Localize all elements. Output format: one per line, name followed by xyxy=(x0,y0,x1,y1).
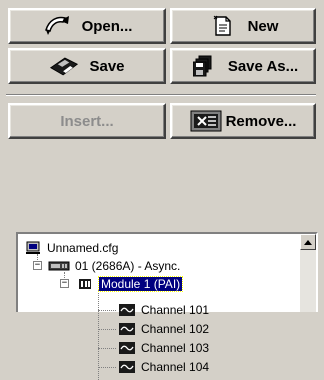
insert-label: Insert... xyxy=(60,112,114,130)
tree-node-channel[interactable]: Channel 102 xyxy=(118,321,209,337)
remove-module-icon xyxy=(190,108,224,134)
tree-line xyxy=(98,348,116,349)
save-disk-icon xyxy=(49,53,79,79)
save-as-icon xyxy=(188,53,218,79)
instrument-icon xyxy=(48,259,70,273)
new-label: New xyxy=(247,17,279,35)
computer-icon xyxy=(24,241,42,255)
module-icon xyxy=(76,277,94,291)
remove-button[interactable]: Remove... xyxy=(170,103,316,139)
tree-node-channel[interactable]: Channel 104 xyxy=(118,359,209,375)
save-label: Save xyxy=(89,57,125,75)
channel-icon xyxy=(118,303,136,317)
remove-label: Remove... xyxy=(225,112,297,130)
tree-line xyxy=(98,310,116,311)
new-button[interactable]: New xyxy=(170,8,316,44)
tree-node-root[interactable]: Unnamed.cfg xyxy=(24,240,118,256)
tree-node-label: Unnamed.cfg xyxy=(47,241,119,255)
tree-node-label: Channel 103 xyxy=(141,341,210,355)
open-button[interactable]: Open... xyxy=(8,8,166,44)
channel-icon xyxy=(118,341,136,355)
tree-node-label: Channel 102 xyxy=(141,322,210,336)
tree-node-device[interactable]: 01 (2686A) - Async. xyxy=(48,258,180,274)
tree-node-channel[interactable]: Channel 101 xyxy=(118,302,209,318)
save-as-button[interactable]: Save As... xyxy=(170,48,316,84)
new-document-icon xyxy=(208,13,238,39)
tree-node-module[interactable]: Module 1 (PAI) xyxy=(76,276,184,292)
tree-node-channel[interactable]: Channel 103 xyxy=(118,340,209,356)
vertical-scrollbar[interactable] xyxy=(300,234,316,312)
open-label: Open... xyxy=(81,17,133,35)
scroll-up-button[interactable] xyxy=(300,234,316,250)
configuration-tree[interactable]: Unnamed.cfg − 01 (2686A) - Async. − Modu… xyxy=(16,232,318,380)
channel-icon xyxy=(118,360,136,374)
toolbar-separator xyxy=(6,94,316,96)
arrow-up-icon xyxy=(304,239,312,245)
tree-node-label: Channel 101 xyxy=(141,303,210,317)
tree-node-label: 01 (2686A) - Async. xyxy=(75,259,181,273)
insert-button[interactable]: Insert... xyxy=(8,103,166,139)
channel-icon xyxy=(118,322,136,336)
collapse-toggle[interactable]: − xyxy=(33,261,42,270)
tree-node-label: Channel 104 xyxy=(141,360,210,374)
collapse-toggle[interactable]: − xyxy=(60,279,69,288)
tree-line xyxy=(98,329,116,330)
tree-node-label: Module 1 (PAI) xyxy=(97,276,184,292)
tree-line xyxy=(98,367,116,368)
save-as-label: Save As... xyxy=(227,57,299,75)
open-icon xyxy=(42,13,72,39)
save-button[interactable]: Save xyxy=(8,48,166,84)
